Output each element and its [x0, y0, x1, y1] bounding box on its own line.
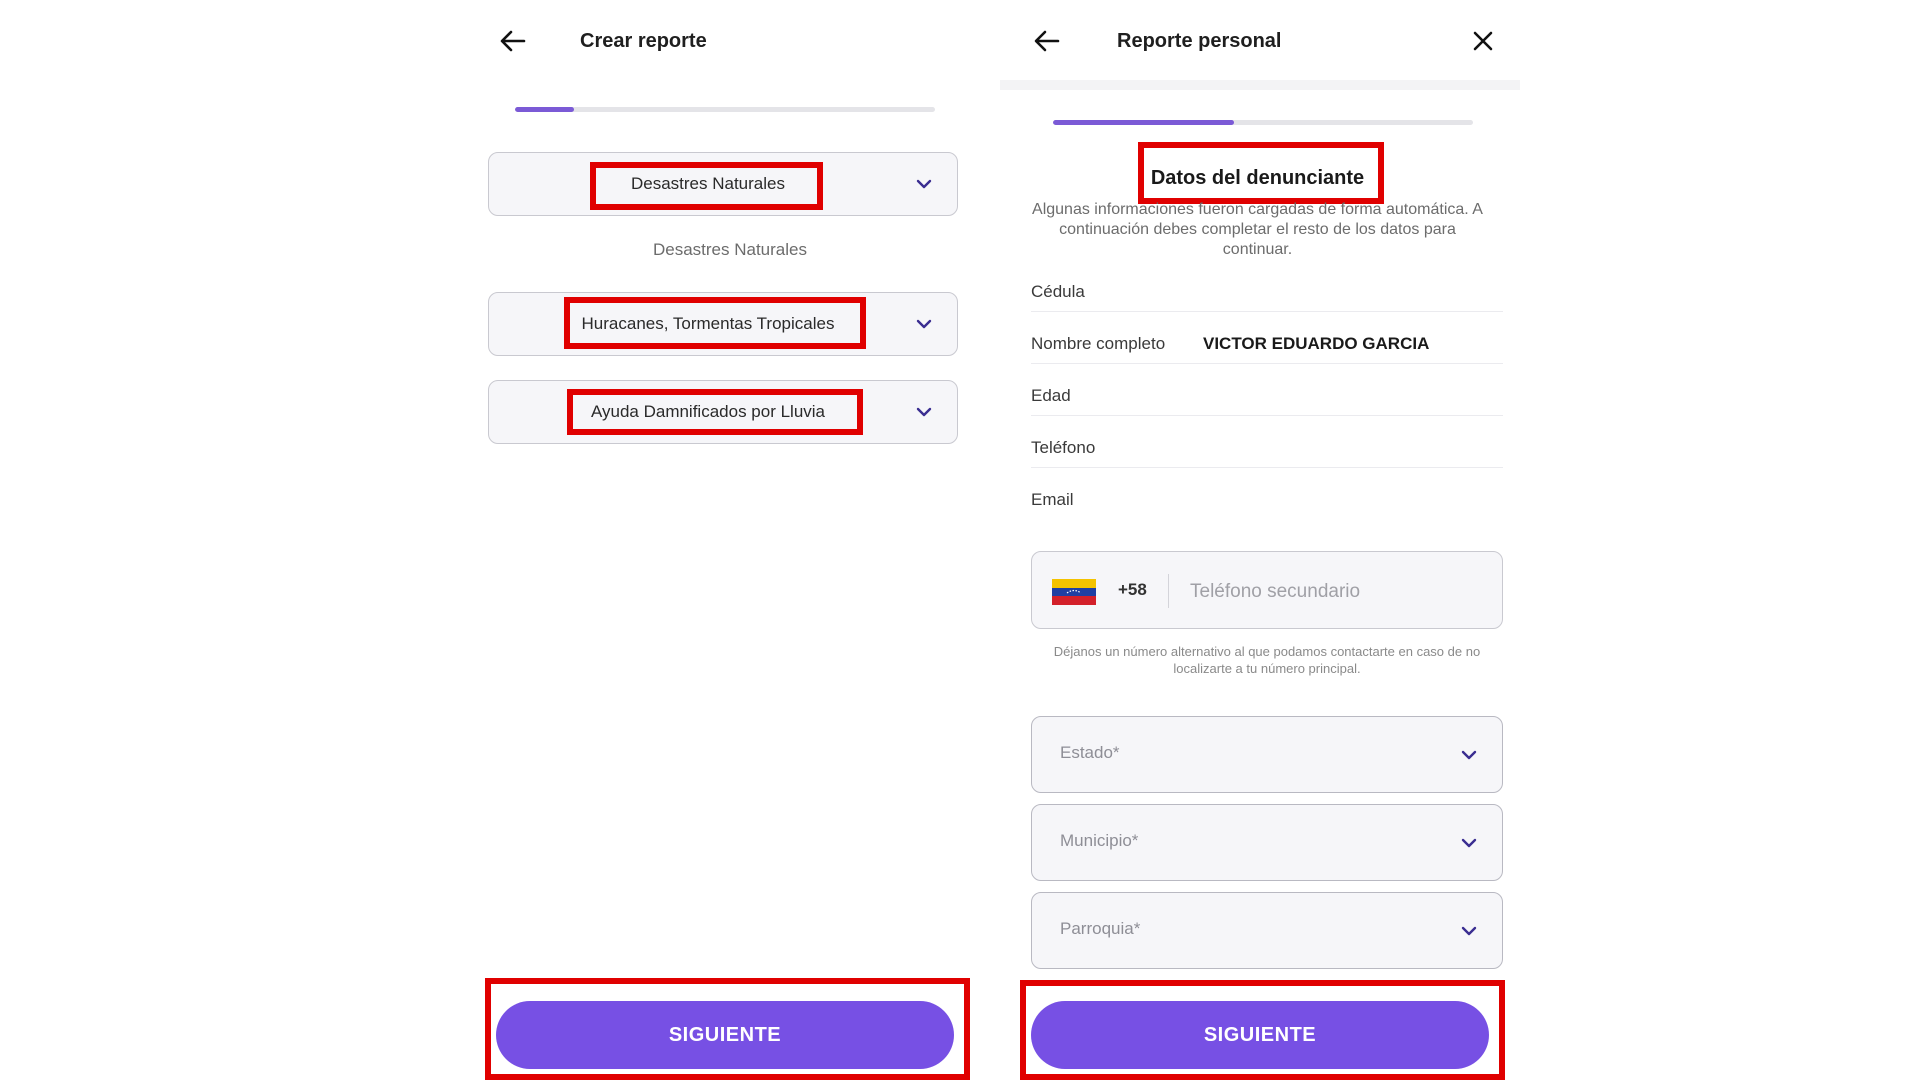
field-value-name: VICTOR EDUARDO GARCIA: [1203, 334, 1430, 353]
page-title: Reporte personal: [1117, 30, 1282, 52]
municipality-select-placeholder: Municipio*: [1060, 831, 1139, 850]
close-button[interactable]: [1465, 23, 1501, 59]
field-divider: [1031, 363, 1503, 364]
field-divider: [1031, 311, 1503, 312]
municipality-select[interactable]: Municipio*: [1031, 804, 1503, 881]
close-icon: [1473, 31, 1493, 51]
chevron-down-icon: [1461, 838, 1477, 847]
section-title: Datos del denunciante: [1150, 167, 1365, 189]
subcategory-select-value: Huracanes, Tormentas Tropicales: [581, 314, 835, 333]
header-divider: [1000, 80, 1520, 90]
chevron-down-icon: [916, 179, 932, 189]
personal-report-screen: Reporte personal Datos del denunciante A…: [995, 0, 1520, 1080]
report-type-select-value: Ayuda Damnificados por Lluvia: [590, 402, 826, 421]
category-caption: Desastres Naturales: [652, 240, 807, 259]
back-arrow-icon: [500, 30, 526, 52]
parish-select-placeholder: Parroquia*: [1060, 919, 1141, 938]
section-description: Algunas informaciones fueron cargadas de…: [1032, 201, 1483, 258]
category-select[interactable]: Desastres Naturales: [488, 152, 958, 216]
field-label-name: Nombre completo: [1031, 334, 1166, 353]
parish-select[interactable]: Parroquia*: [1031, 892, 1503, 969]
progress-bar: [515, 107, 935, 112]
progress-bar: [1053, 120, 1473, 125]
phone-hint: Déjanos un número alternativo al que pod…: [1053, 644, 1481, 676]
field-divider: [1031, 467, 1503, 468]
chevron-down-icon: [1461, 750, 1477, 759]
field-label-age: Edad: [1031, 386, 1071, 405]
back-arrow-icon: [1034, 30, 1060, 52]
field-label-phone: Teléfono: [1031, 438, 1096, 457]
field-label-email: Email: [1031, 490, 1074, 509]
back-button[interactable]: [1029, 23, 1065, 59]
chevron-down-icon: [916, 319, 932, 329]
field-divider: [1031, 415, 1503, 416]
page-title: Crear reporte: [580, 30, 707, 52]
category-select-value: Desastres Naturales: [630, 174, 785, 193]
state-select-placeholder: Estado*: [1060, 743, 1120, 762]
venezuela-flag-icon: [1052, 579, 1096, 605]
back-button[interactable]: [495, 23, 531, 59]
next-button[interactable]: SIGUIENTE: [1031, 1001, 1489, 1069]
progress-fill: [515, 107, 574, 112]
progress-fill: [1053, 120, 1234, 125]
country-code[interactable]: +58: [1118, 580, 1147, 600]
report-type-select[interactable]: Ayuda Damnificados por Lluvia: [488, 380, 958, 444]
field-label-cedula: Cédula: [1031, 282, 1085, 301]
secondary-phone-field[interactable]: +58: [1031, 551, 1503, 629]
subcategory-select[interactable]: Huracanes, Tormentas Tropicales: [488, 292, 958, 356]
create-report-screen: Crear reporte Desastres Naturales Desast…: [470, 0, 990, 1080]
separator: [1168, 574, 1169, 608]
secondary-phone-input[interactable]: [1188, 576, 1482, 608]
next-button[interactable]: SIGUIENTE: [496, 1001, 954, 1069]
chevron-down-icon: [1461, 926, 1477, 935]
chevron-down-icon: [916, 407, 932, 417]
state-select[interactable]: Estado*: [1031, 716, 1503, 793]
